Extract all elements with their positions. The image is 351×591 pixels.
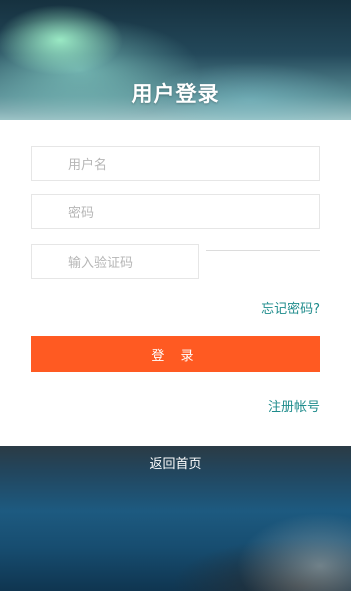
page-title: 用户登录 [131,82,220,106]
login-screen: 用户登录 用户名 密码 输入验证码 忘记密码? 登 录 注册帐号 返回首页 [0,0,351,591]
register-link[interactable]: 注册帐号 [268,396,320,415]
username-placeholder: 用户名 [68,158,108,173]
captcha-image-area[interactable] [206,250,320,251]
login-form: 用户名 密码 输入验证码 忘记密码? 登 录 注册帐号 [0,120,351,446]
login-button[interactable]: 登 录 [31,336,320,372]
password-input[interactable]: 密码 [31,194,320,229]
sea-background: 返回首页 [0,446,351,591]
password-placeholder: 密码 [68,206,95,221]
captcha-placeholder: 输入验证码 [68,256,134,271]
username-input[interactable]: 用户名 [31,146,320,181]
back-home-link[interactable]: 返回首页 [0,453,351,472]
captcha-input[interactable]: 输入验证码 [31,244,199,279]
aurora-banner: 用户登录 [0,0,351,120]
forgot-password-link[interactable]: 忘记密码? [261,298,320,317]
